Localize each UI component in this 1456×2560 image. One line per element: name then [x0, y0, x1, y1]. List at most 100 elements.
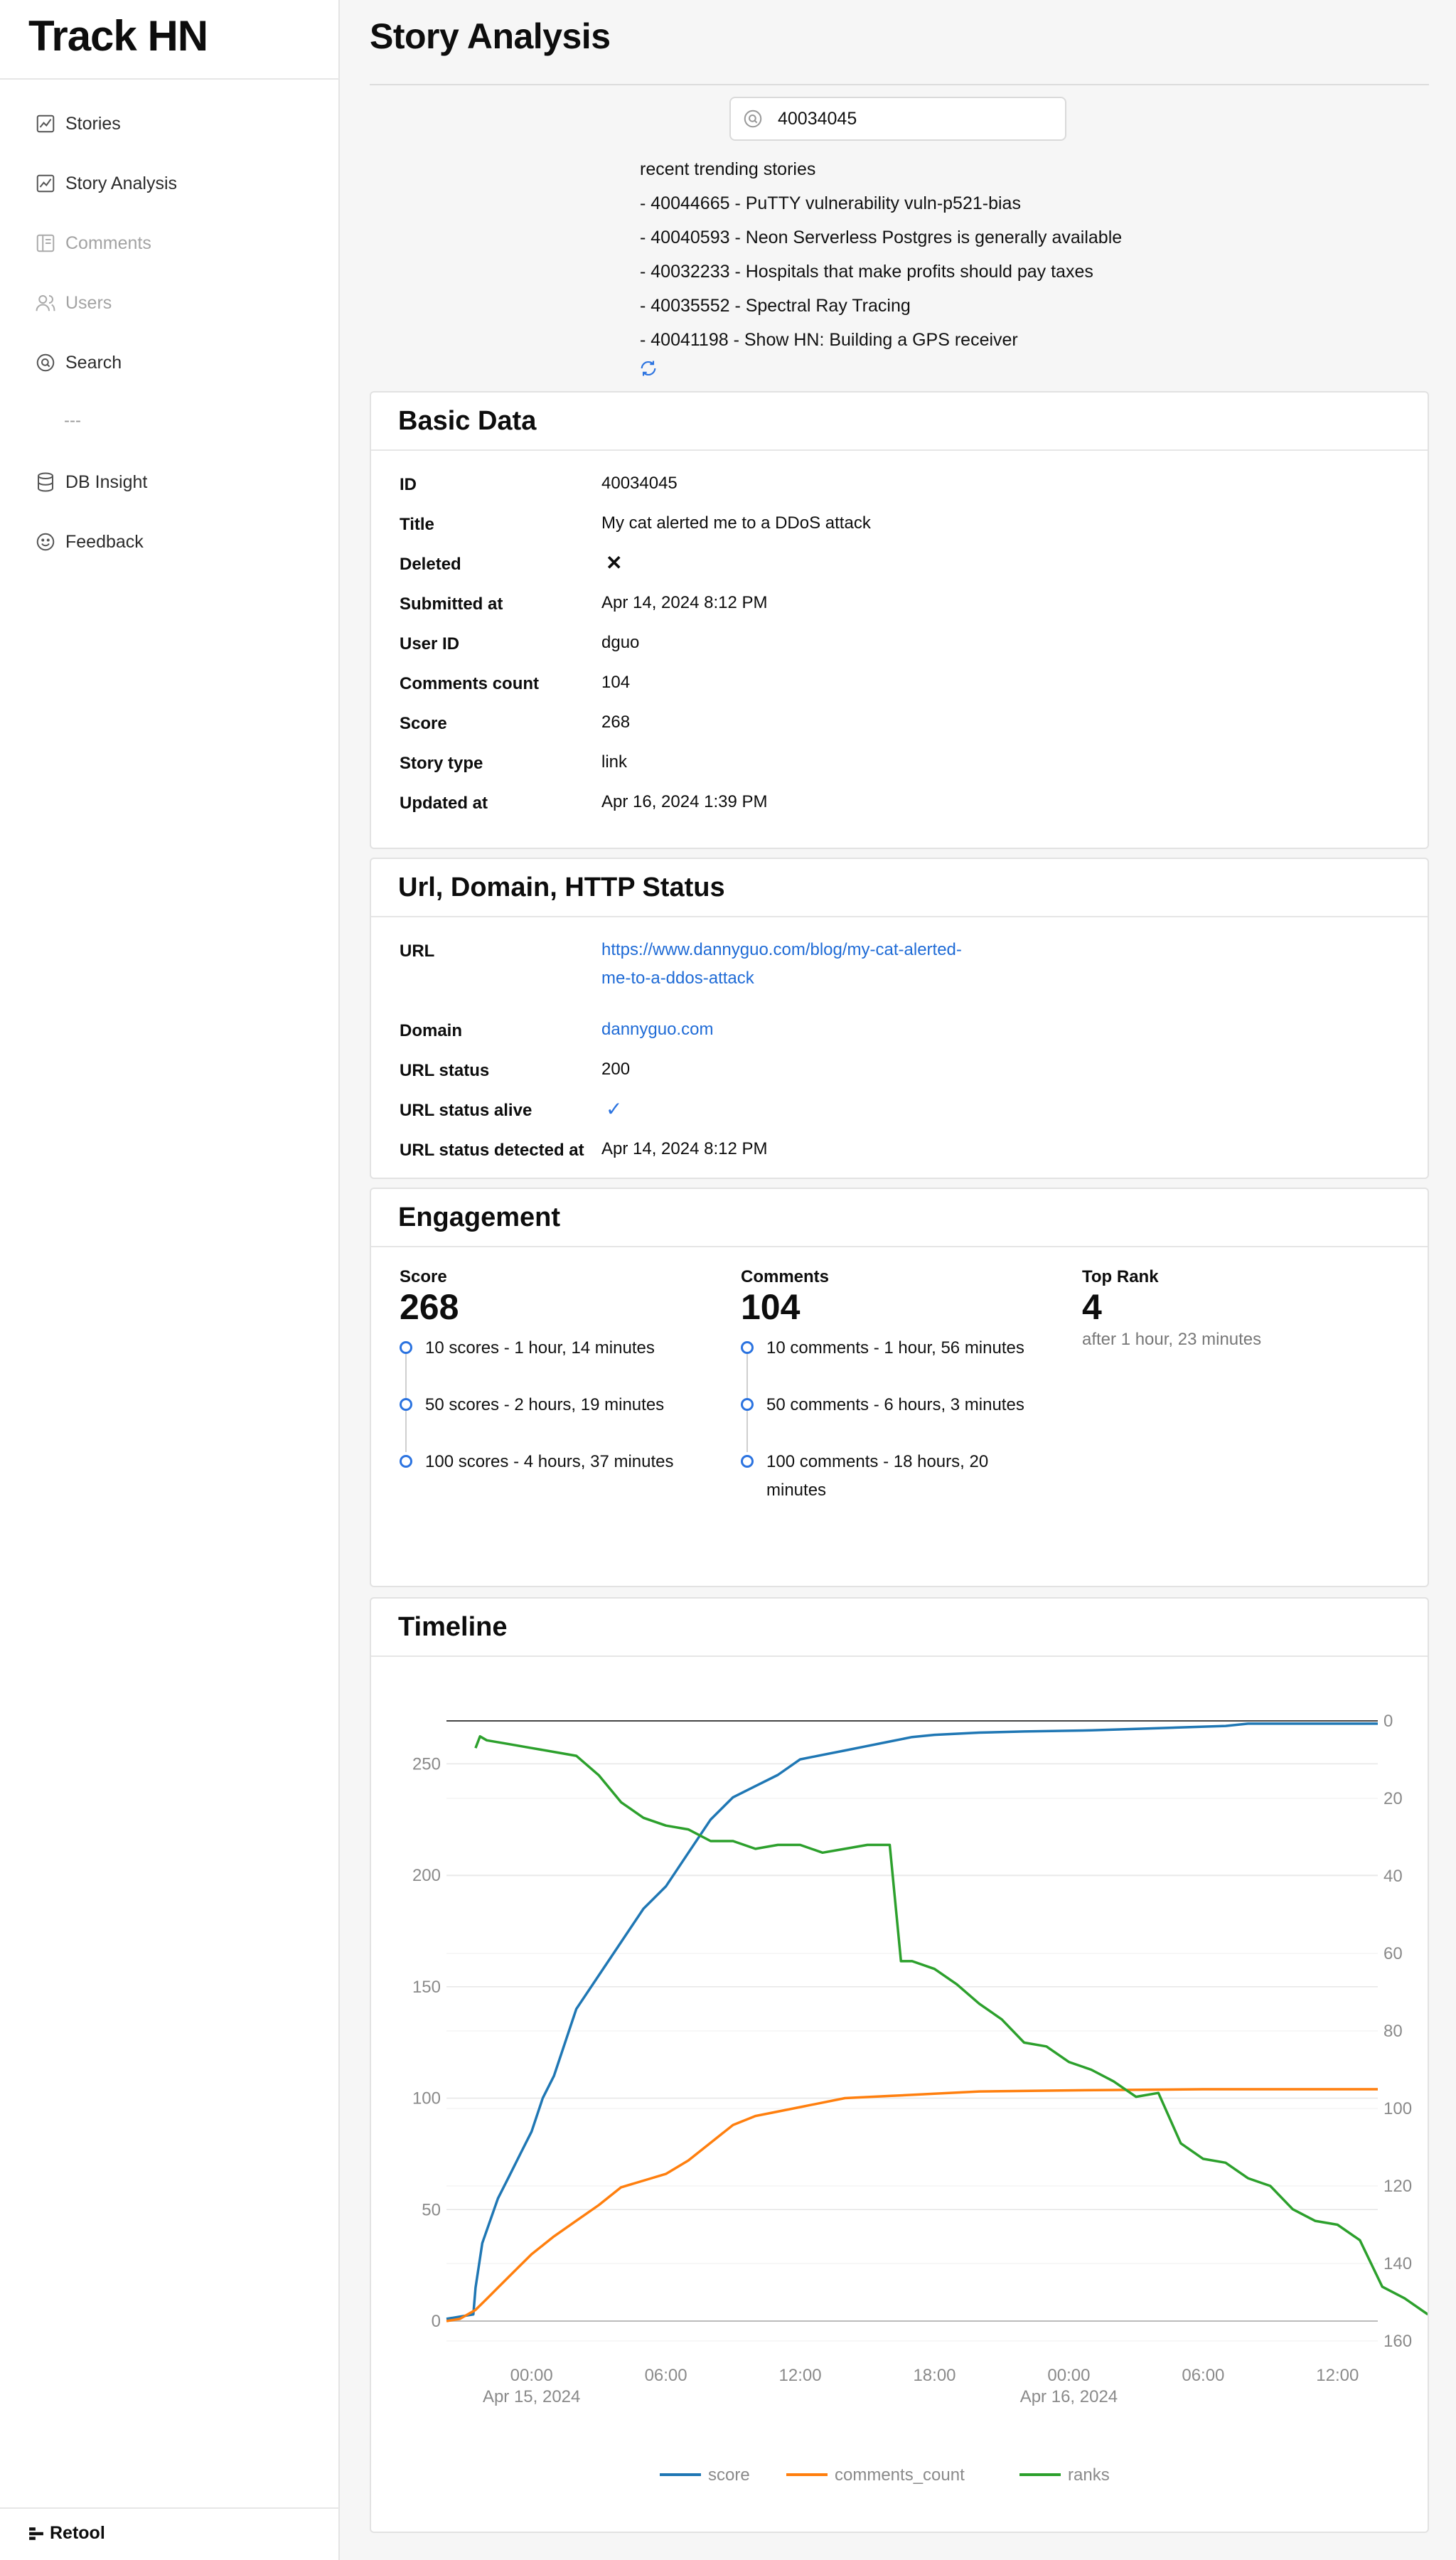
x-tick-label: 12:00	[1316, 2366, 1359, 2385]
y-right-tick-label: 120	[1383, 2177, 1412, 2196]
x-tick-label: 06:00	[645, 2366, 687, 2385]
retool-icon	[29, 2527, 43, 2540]
legend-label: ranks	[1068, 2465, 1110, 2485]
card-title: Timeline	[371, 1599, 1428, 1657]
database-icon	[34, 471, 57, 494]
sidebar-item-label: Story Analysis	[65, 173, 178, 193]
card-title: Basic Data	[371, 393, 1428, 451]
trending-item[interactable]: - 40032233 - Hospitals that make profits…	[640, 255, 1122, 289]
chart-icon	[34, 172, 57, 195]
card-title: Url, Domain, HTTP Status	[371, 859, 1428, 917]
x-tick-sublabel: Apr 16, 2024	[1020, 2387, 1118, 2406]
series-line-score	[446, 1722, 1378, 2320]
page-title: Story Analysis	[370, 16, 611, 56]
search-icon	[34, 351, 57, 374]
domain-link[interactable]: dannyguo.com	[601, 1015, 1028, 1044]
refresh-icon[interactable]	[638, 358, 658, 378]
title-divider	[370, 84, 1429, 85]
y-right-tick-label: 60	[1383, 1944, 1403, 1963]
comments-milestones: 10 comments - 1 hour, 56 minutes 50 comm…	[741, 1327, 1068, 1512]
y-right-tick-label: 40	[1383, 1867, 1403, 1886]
series-line-comments-count	[446, 2088, 1378, 2322]
close-icon: ✕	[606, 552, 623, 574]
x-tick-label: 06:00	[1182, 2366, 1224, 2385]
milestone-dot	[741, 1398, 754, 1411]
top-rank-value: 4	[1082, 1287, 1102, 1327]
x-tick-label: 00:00	[1047, 2366, 1090, 2385]
trending-item[interactable]: - 40040593 - Neon Serverless Postgres is…	[640, 220, 1122, 255]
top-rank-sub: after 1 hour, 23 minutes	[1082, 1330, 1262, 1349]
sidebar-item-search[interactable]: Search	[34, 343, 122, 383]
milestone-dot	[741, 1455, 754, 1468]
smile-icon	[34, 530, 57, 553]
url-card: Url, Domain, HTTP Status URL https://www…	[370, 858, 1429, 1179]
sidebar-item-label: DB Insight	[65, 471, 148, 492]
milestone-dot	[741, 1341, 754, 1354]
legend-label: score	[708, 2465, 750, 2485]
trending-heading: recent trending stories	[640, 159, 816, 179]
legend-label: comments_count	[835, 2465, 965, 2485]
trending-item[interactable]: - 40041198 - Show HN: Building a GPS rec…	[640, 323, 1122, 357]
milestone-dot	[400, 1398, 412, 1411]
check-icon: ✓	[606, 1098, 623, 1120]
x-tick-label: 12:00	[779, 2366, 822, 2385]
y-right-tick-label: 0	[1383, 1712, 1393, 1731]
search-icon	[744, 110, 762, 128]
y-right-tick-label: 160	[1383, 2332, 1412, 2351]
y-left-tick-label: 150	[412, 1978, 441, 1997]
x-tick-sublabel: Apr 15, 2024	[483, 2387, 580, 2406]
sidebar-item-label: Search	[65, 352, 122, 373]
sidebar-item-feedback[interactable]: Feedback	[34, 522, 144, 562]
x-tick-label: 00:00	[510, 2366, 553, 2385]
y-left-tick-label: 0	[432, 2312, 441, 2331]
y-left-tick-label: 50	[422, 2200, 441, 2219]
score-stat: Score 268 10 scores - 1 hour, 14 minutes…	[400, 1267, 727, 1512]
timeline-chart[interactable]: 0 50 100 150 200 250 0 20 40 60 80 100 120 140 160 00:0…	[371, 1657, 1428, 2532]
comments-stat: Comments 104 10 comments - 1 hour, 56 mi…	[741, 1267, 1068, 1512]
sidebar-separator: ---	[64, 411, 81, 430]
retool-label: Retool	[50, 2523, 105, 2543]
trending-item[interactable]: - 40044665 - PuTTY vulnerability vuln-p5…	[640, 186, 1122, 220]
milestone-dot	[400, 1455, 412, 1468]
trending-item[interactable]: - 40035552 - Spectral Ray Tracing	[640, 289, 1122, 323]
y-right-tick-label: 80	[1383, 2022, 1403, 2041]
milestone-dot	[400, 1341, 412, 1354]
retool-logo[interactable]: Retool	[28, 2523, 105, 2544]
trending-stories: recent trending stories - 40044665 - PuT…	[640, 152, 1122, 357]
y-right-tick-label: 140	[1383, 2254, 1412, 2273]
score-value: 268	[400, 1287, 459, 1327]
x-tick-label: 18:00	[913, 2366, 956, 2385]
sidebar: Track HN Stories Story Analysis Comments…	[0, 0, 340, 2560]
url-link[interactable]: https://www.dannyguo.com/blog/my-cat-ale…	[601, 936, 971, 993]
engagement-card: Engagement Score 268 10 scores - 1 hour,…	[370, 1188, 1429, 1587]
story-id-input[interactable]	[778, 108, 1048, 129]
sidebar-item-label: Comments	[65, 233, 151, 253]
sidebar-item-label: Stories	[65, 113, 121, 134]
chart-icon	[34, 112, 57, 135]
app-title: Track HN	[28, 12, 208, 60]
users-icon	[34, 292, 57, 314]
comments-icon	[34, 232, 57, 255]
sidebar-item-label: Feedback	[65, 531, 144, 552]
y-right-tick-label: 20	[1383, 1789, 1403, 1808]
y-left-tick-label: 250	[412, 1754, 441, 1774]
sidebar-item-stories[interactable]: Stories	[34, 104, 121, 144]
y-right-tick-label: 100	[1383, 2099, 1412, 2118]
sidebar-item-db-insight[interactable]: DB Insight	[34, 462, 147, 502]
y-left-tick-label: 100	[412, 2089, 441, 2108]
sidebar-divider	[0, 78, 340, 80]
sidebar-item-users[interactable]: Users	[34, 283, 112, 323]
top-rank-stat: Top Rank 4 after 1 hour, 23 minutes	[1082, 1267, 1409, 1350]
timeline-card: Timeline 0 50 100 150 200 250 0 20 40 60 80 100 120 1…	[370, 1597, 1429, 2533]
score-milestones: 10 scores - 1 hour, 14 minutes 50 scores…	[400, 1327, 727, 1512]
story-search[interactable]	[729, 97, 1066, 141]
comments-value: 104	[741, 1287, 801, 1327]
sidebar-item-story-analysis[interactable]: Story Analysis	[34, 164, 177, 203]
series-line-ranks	[474, 1735, 1428, 2315]
sidebar-footer-divider	[0, 2507, 340, 2509]
card-title: Engagement	[371, 1189, 1428, 1247]
sidebar-item-label: Users	[65, 292, 112, 313]
y-left-tick-label: 200	[412, 1866, 441, 1885]
sidebar-item-comments[interactable]: Comments	[34, 223, 151, 263]
basic-data-card: Basic Data ID 40034045 Title My cat aler…	[370, 391, 1429, 849]
